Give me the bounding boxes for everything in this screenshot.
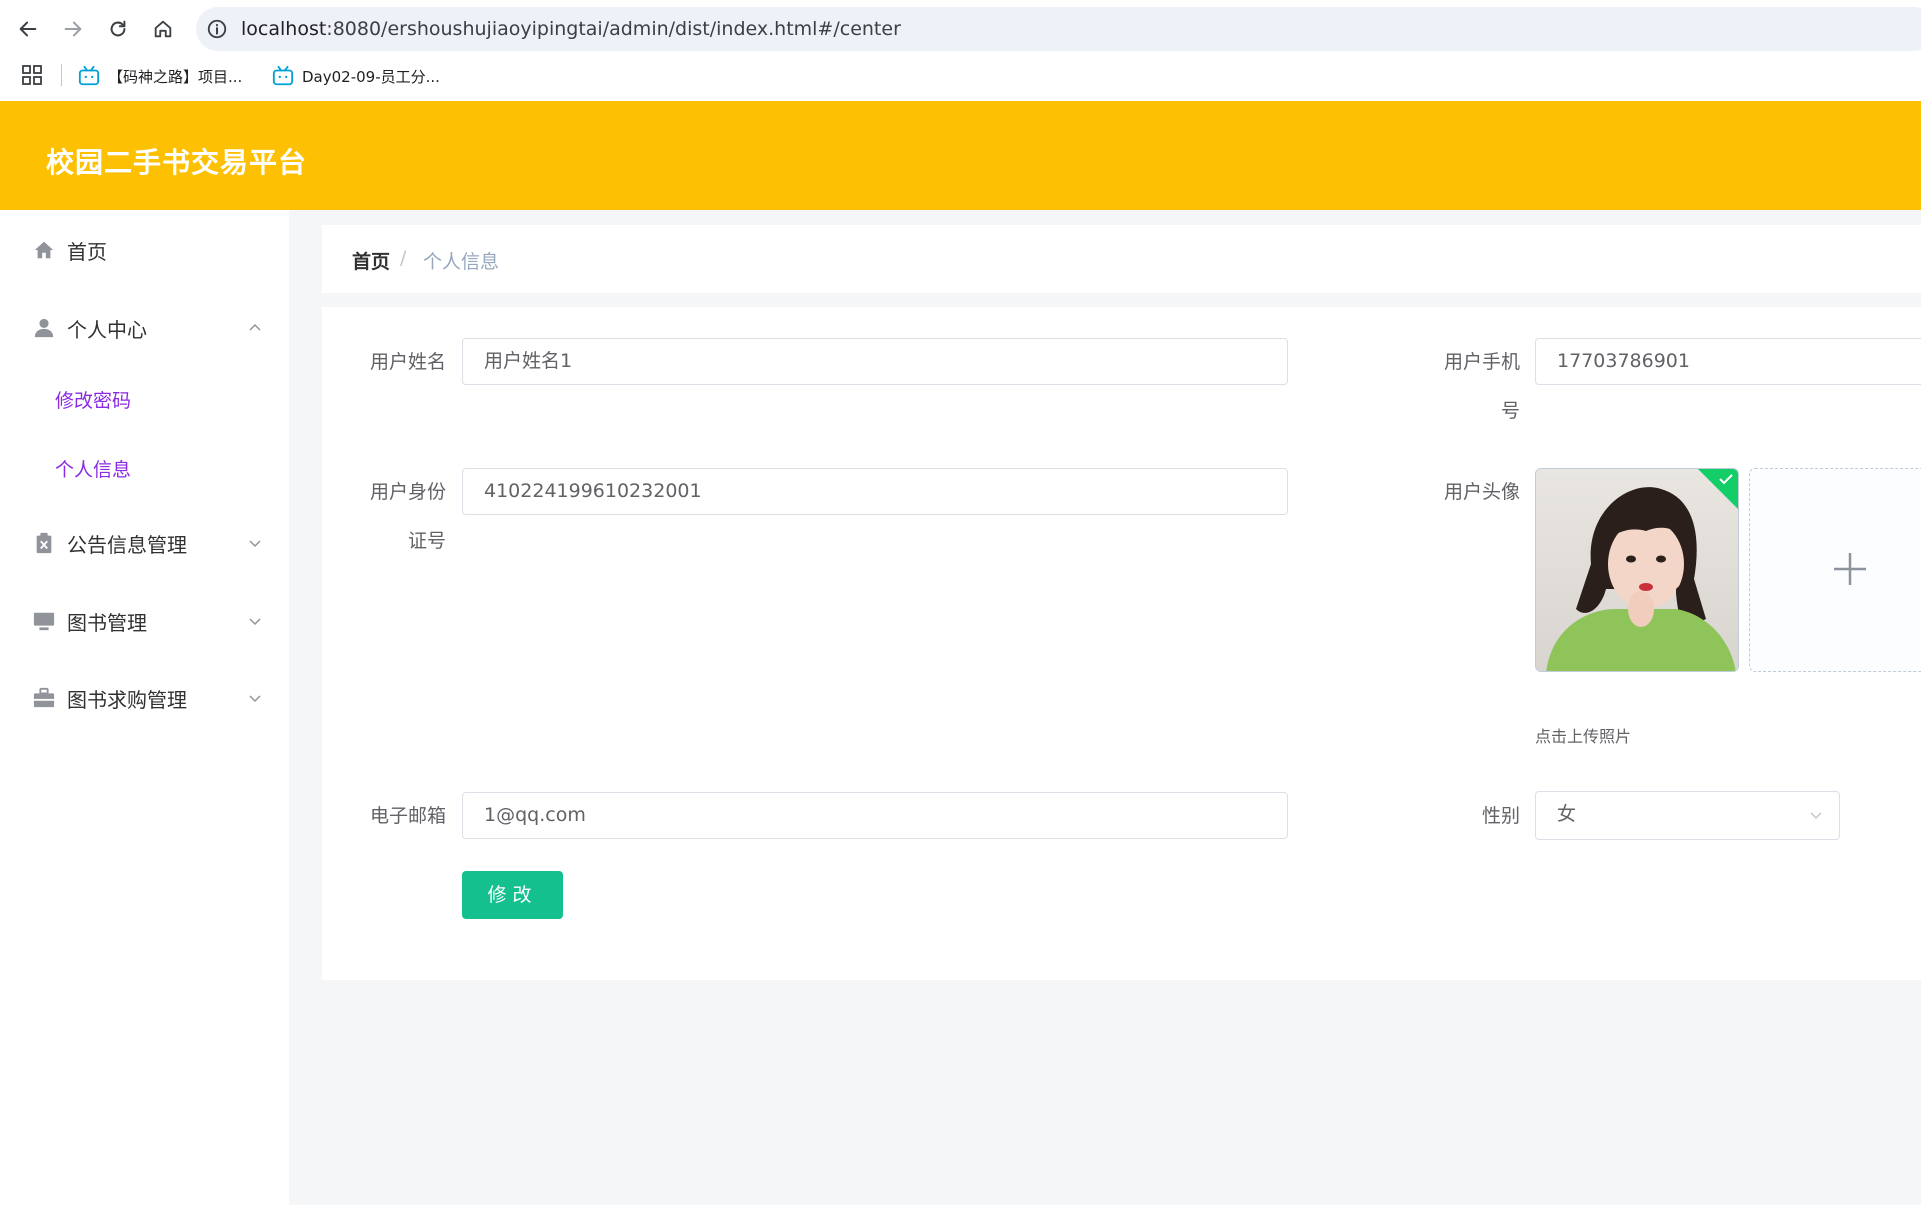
site-info-icon[interactable] (206, 18, 228, 40)
breadcrumb-home[interactable]: 首页 (352, 247, 390, 274)
browser-home-icon (154, 20, 172, 38)
phone-input[interactable]: 17703786901 (1535, 338, 1921, 385)
sidebar-item-personal-center[interactable]: 个人中心 (0, 303, 289, 353)
bookmark-item[interactable]: Day02-09-员工分... (272, 64, 440, 88)
monitor-icon (33, 612, 55, 631)
url-text[interactable]: localhost:8080/ershoushujiaoyipingtai/ad… (241, 18, 901, 40)
idcard-label-line1: 用户身份 (369, 481, 446, 503)
gender-select[interactable]: 女 (1535, 791, 1840, 840)
idcard-label-line2: 证号 (407, 530, 446, 552)
back-arrow-icon (19, 21, 37, 37)
sidebar-item-label: 图书管理 (67, 610, 147, 635)
chevron-up-icon (249, 323, 261, 331)
username-input[interactable]: 用户姓名1 (462, 338, 1288, 385)
sidebar-item-label: 公告信息管理 (67, 532, 187, 557)
sidebar-subitem-personal-info[interactable]: 个人信息 (55, 455, 131, 482)
forward-button[interactable] (58, 14, 88, 44)
sidebar-item-label: 图书求购管理 (67, 687, 187, 712)
address-bar[interactable]: localhost:8080/ershoushujiaoyipingtai/ad… (196, 7, 1921, 51)
chevron-down-icon (249, 695, 261, 703)
home-button[interactable] (148, 14, 178, 44)
sidebar-item-book-management[interactable]: 图书管理 (0, 596, 289, 646)
idcard-input[interactable]: 410224199610232001 (462, 468, 1288, 515)
gender-select-value: 女 (1557, 803, 1577, 825)
reload-button[interactable] (103, 14, 133, 44)
sidebar-item-label: 首页 (67, 239, 107, 264)
reload-icon (110, 20, 126, 37)
phone-label-line1: 用户手机 (1443, 351, 1520, 373)
avatar-label: 用户头像 (1443, 481, 1520, 503)
bookmark-separator (61, 64, 62, 86)
sidebar: 首页 个人中心 修改密码 个人信息 公告信息管理 图书管理 图书求购管理 (0, 210, 289, 1205)
forward-arrow-icon (64, 21, 82, 37)
app-header: 校园二手书交易平台 (0, 101, 1921, 210)
back-button[interactable] (13, 14, 43, 44)
browser-chrome: localhost:8080/ershoushujiaoyipingtai/ad… (0, 0, 1921, 101)
email-input[interactable]: 1@qq.com (462, 792, 1288, 839)
sidebar-item-book-request-management[interactable]: 图书求购管理 (0, 673, 289, 723)
home-icon (34, 241, 54, 259)
bookmark-label: 【码神之路】项目... (108, 67, 243, 86)
app-title: 校园二手书交易平台 (46, 146, 308, 179)
avatar-image[interactable] (1535, 468, 1739, 672)
sidebar-item-notice-management[interactable]: 公告信息管理 (0, 518, 289, 568)
sidebar-subitem-change-password[interactable]: 修改密码 (55, 386, 131, 413)
sidebar-item-home[interactable]: 首页 (0, 225, 289, 275)
bookmark-label: Day02-09-员工分... (302, 67, 440, 86)
bilibili-icon (272, 65, 294, 86)
chevron-down-icon (1810, 812, 1822, 820)
clipboard-icon (36, 532, 52, 554)
plus-icon (1834, 553, 1866, 585)
chevron-down-icon (249, 540, 261, 548)
apps-grid-icon[interactable] (22, 65, 42, 85)
username-label: 用户姓名 (369, 351, 446, 373)
sidebar-item-label: 个人中心 (67, 317, 147, 342)
gender-label: 性别 (1481, 805, 1520, 827)
user-icon (34, 318, 54, 338)
bookmark-item[interactable]: 【码神之路】项目... (78, 64, 242, 88)
phone-label-line2: 号 (1500, 400, 1520, 422)
briefcase-icon (33, 687, 55, 708)
avatar-upload-button[interactable] (1749, 468, 1921, 672)
breadcrumb-separator: / (400, 247, 407, 269)
bilibili-icon (78, 65, 100, 86)
breadcrumb: 首页 / 个人信息 (322, 225, 1921, 293)
breadcrumb-current: 个人信息 (423, 251, 500, 273)
chevron-down-icon (249, 618, 261, 626)
submit-button[interactable]: 修改 (462, 871, 563, 919)
email-label: 电子邮箱 (369, 805, 446, 827)
upload-tip: 点击上传照片 (1535, 727, 1632, 746)
upload-success-icon (1698, 469, 1738, 509)
